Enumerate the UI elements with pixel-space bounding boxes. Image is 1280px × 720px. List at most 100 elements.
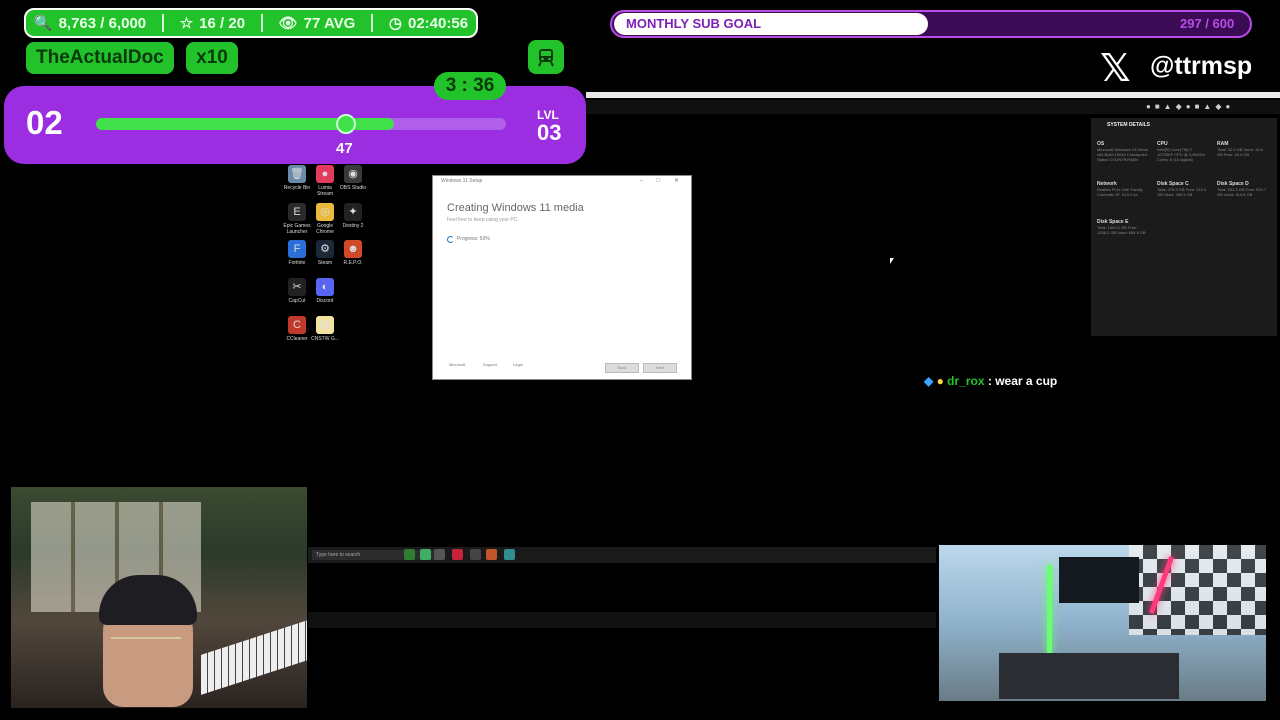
support-link[interactable]: Support <box>483 362 497 367</box>
divider <box>371 14 374 32</box>
desktop-icon-label: Lumia Stream <box>316 185 334 197</box>
desktop-top-strip <box>586 92 1280 98</box>
taskbar-search[interactable]: Type here to search <box>312 550 436 560</box>
app-icon: ◉ <box>344 165 362 183</box>
search-icon: 🔍 <box>33 15 53 32</box>
points-value: 8,763 / 6,000 <box>58 14 147 32</box>
countdown-timer: 3 : 36 <box>434 72 506 100</box>
x-logo-icon: 𝕏 <box>1100 46 1131 90</box>
microsoft-logo-label: Microsoft <box>449 362 466 367</box>
desktop-icon-label: OBS Studio <box>339 185 367 191</box>
app-icon: F <box>288 240 306 258</box>
star-icon: ☆ <box>179 15 194 32</box>
points-stat: 🔍 8,763 / 6,000 <box>33 14 147 33</box>
desktop-icon-label: Epic Games Launcher <box>283 223 311 235</box>
desktop-icon[interactable]: ◉ OBS Studio <box>339 165 367 191</box>
clock-icon: ◷ <box>388 15 402 32</box>
desktop-icon[interactable]: 🗑 Recycle Bin <box>283 165 311 191</box>
desktop-icon-label: Steam <box>317 260 333 266</box>
app-icon: ◐ <box>316 278 334 296</box>
spinner-icon <box>447 236 454 243</box>
desktop-icon[interactable]: F Fortnite <box>283 240 311 266</box>
desktop-tray-icons[interactable]: ●■▲◆●■▲◆● <box>1146 102 1234 111</box>
eye-icon: 👁 <box>278 15 298 32</box>
system-details-title: SYSTEM DETAILS <box>1107 122 1150 128</box>
app-icon: E <box>288 203 306 221</box>
taskbar-app-icon[interactable] <box>404 549 415 560</box>
legal-link[interactable]: Legal <box>513 362 523 367</box>
disk-e-cell: Disk Space E Total: 1863.0 GB Free: 1208.… <box>1097 219 1146 236</box>
app-icon: ☻ <box>344 240 362 258</box>
desktop-icon[interactable]: ◐ Discord <box>311 278 339 304</box>
desktop-icon[interactable]: ● Lumia Stream <box>311 165 339 197</box>
ram-cell: RAM Total: 32.0 GB Used: 15.6 GB Free: 16… <box>1217 141 1263 158</box>
level-progress-value: 47 <box>336 140 353 157</box>
sub-goal-label: MONTHLY SUB GOAL <box>626 16 762 31</box>
window-title: Windows 11 Setup <box>441 178 483 184</box>
train-icon <box>538 49 554 67</box>
desktop-icon[interactable]: C CCleaner <box>283 316 311 342</box>
taskbar-app-icon[interactable] <box>434 549 445 560</box>
current-level: 02 <box>26 104 63 141</box>
uptime-value: 02:40:56 <box>408 14 469 32</box>
desktop-icon-label: R.E.P.O. <box>343 260 363 266</box>
taskbar-app-icon[interactable] <box>470 549 481 560</box>
divider <box>260 14 263 32</box>
chat-text: wear a cup <box>995 374 1058 388</box>
desktop-icon-label: CCleaner <box>286 336 308 342</box>
network-cell: Network Realtek PCIe GbE Family Controlle… <box>1097 181 1143 198</box>
divider <box>161 14 164 32</box>
taskbar: Type here to search <box>308 547 936 563</box>
badge-icon: ◆ <box>924 374 934 388</box>
desktop-icon-label: Fortnite <box>288 260 306 266</box>
viewers-stat: 👁 77 AVG <box>278 14 356 33</box>
taskbar-app-icon[interactable] <box>420 549 431 560</box>
multiplier-badge: x10 <box>186 42 238 74</box>
app-icon: ✦ <box>344 203 362 221</box>
chat-separator: : <box>984 374 996 388</box>
next-level: 03 <box>537 120 562 145</box>
social-handle: @ttrmsp <box>1150 52 1253 80</box>
streamer-webcam <box>11 487 307 708</box>
desktop-icon[interactable]: E Epic Games Launcher <box>283 203 311 235</box>
taskbar-app-icon[interactable] <box>504 549 515 560</box>
back-button[interactable]: Back <box>605 363 639 373</box>
cpu-cell: CPU Intel(R) Core(TM) i7 10700KF CPU @ 3.… <box>1157 141 1205 163</box>
chat-message: ◆ ● dr_rox : wear a cup <box>924 374 1057 388</box>
acoustic-panels <box>1129 545 1266 635</box>
system-details-panel: SYSTEM DETAILS OS Microsoft Windows 10 Ho… <box>1091 118 1277 336</box>
desk <box>999 653 1179 699</box>
desktop-icon[interactable]: ✦ Destiny 2 <box>339 203 367 229</box>
streamer-glasses <box>111 637 181 649</box>
mouse-cursor-icon <box>890 258 894 264</box>
app-icon: ● <box>316 165 334 183</box>
desktop-icon-label: CapCut <box>288 298 306 304</box>
desktop-icon-label: Discord <box>316 298 334 304</box>
setup-subtext: Feel free to keep using your PC. <box>447 217 519 223</box>
os-cell: OS Microsoft Windows 10 Home x64 Build 19… <box>1097 141 1148 163</box>
active-user-tag: TheActualDoc <box>26 42 174 74</box>
taskbar-app-icon[interactable] <box>486 549 497 560</box>
room-webcam <box>939 545 1266 701</box>
desktop-icon-label: Destiny 2 <box>342 223 364 229</box>
desktop-icon[interactable]: ▤ CNSTW G... <box>311 316 339 342</box>
next-button[interactable]: Next <box>643 363 677 373</box>
desktop-icon[interactable]: ✂ CapCut <box>283 278 311 304</box>
chat-username: dr_rox <box>947 374 985 388</box>
setup-progress: Progress: 50% <box>457 236 490 242</box>
desktop-icon-label: Google Chrome <box>316 223 334 235</box>
secondary-taskbar <box>308 612 936 628</box>
green-neon-light <box>1047 565 1052 655</box>
desktop-icon[interactable]: ☻ R.E.P.O. <box>339 240 367 266</box>
window-controls[interactable]: – □ ✕ <box>640 177 685 184</box>
app-icon: C <box>288 316 306 334</box>
app-icon: ⚙ <box>316 240 334 258</box>
taskbar-app-icon[interactable] <box>452 549 463 560</box>
windows-setup-window[interactable]: Windows 11 Setup – □ ✕ Creating Windows … <box>432 175 692 380</box>
stream-stats-bar: 🔍 8,763 / 6,000 ☆ 16 / 20 👁 77 AVG ◷ 02:… <box>24 8 478 38</box>
train-button[interactable] <box>528 40 564 74</box>
desktop-icon[interactable]: ◎ Google Chrome <box>311 203 339 235</box>
disk-d-cell: Disk Space D Total: 931.5 GB Free: 520.7 … <box>1217 181 1267 198</box>
uptime-stat: ◷ 02:40:56 <box>388 14 469 33</box>
desktop-icon[interactable]: ⚙ Steam <box>311 240 339 266</box>
